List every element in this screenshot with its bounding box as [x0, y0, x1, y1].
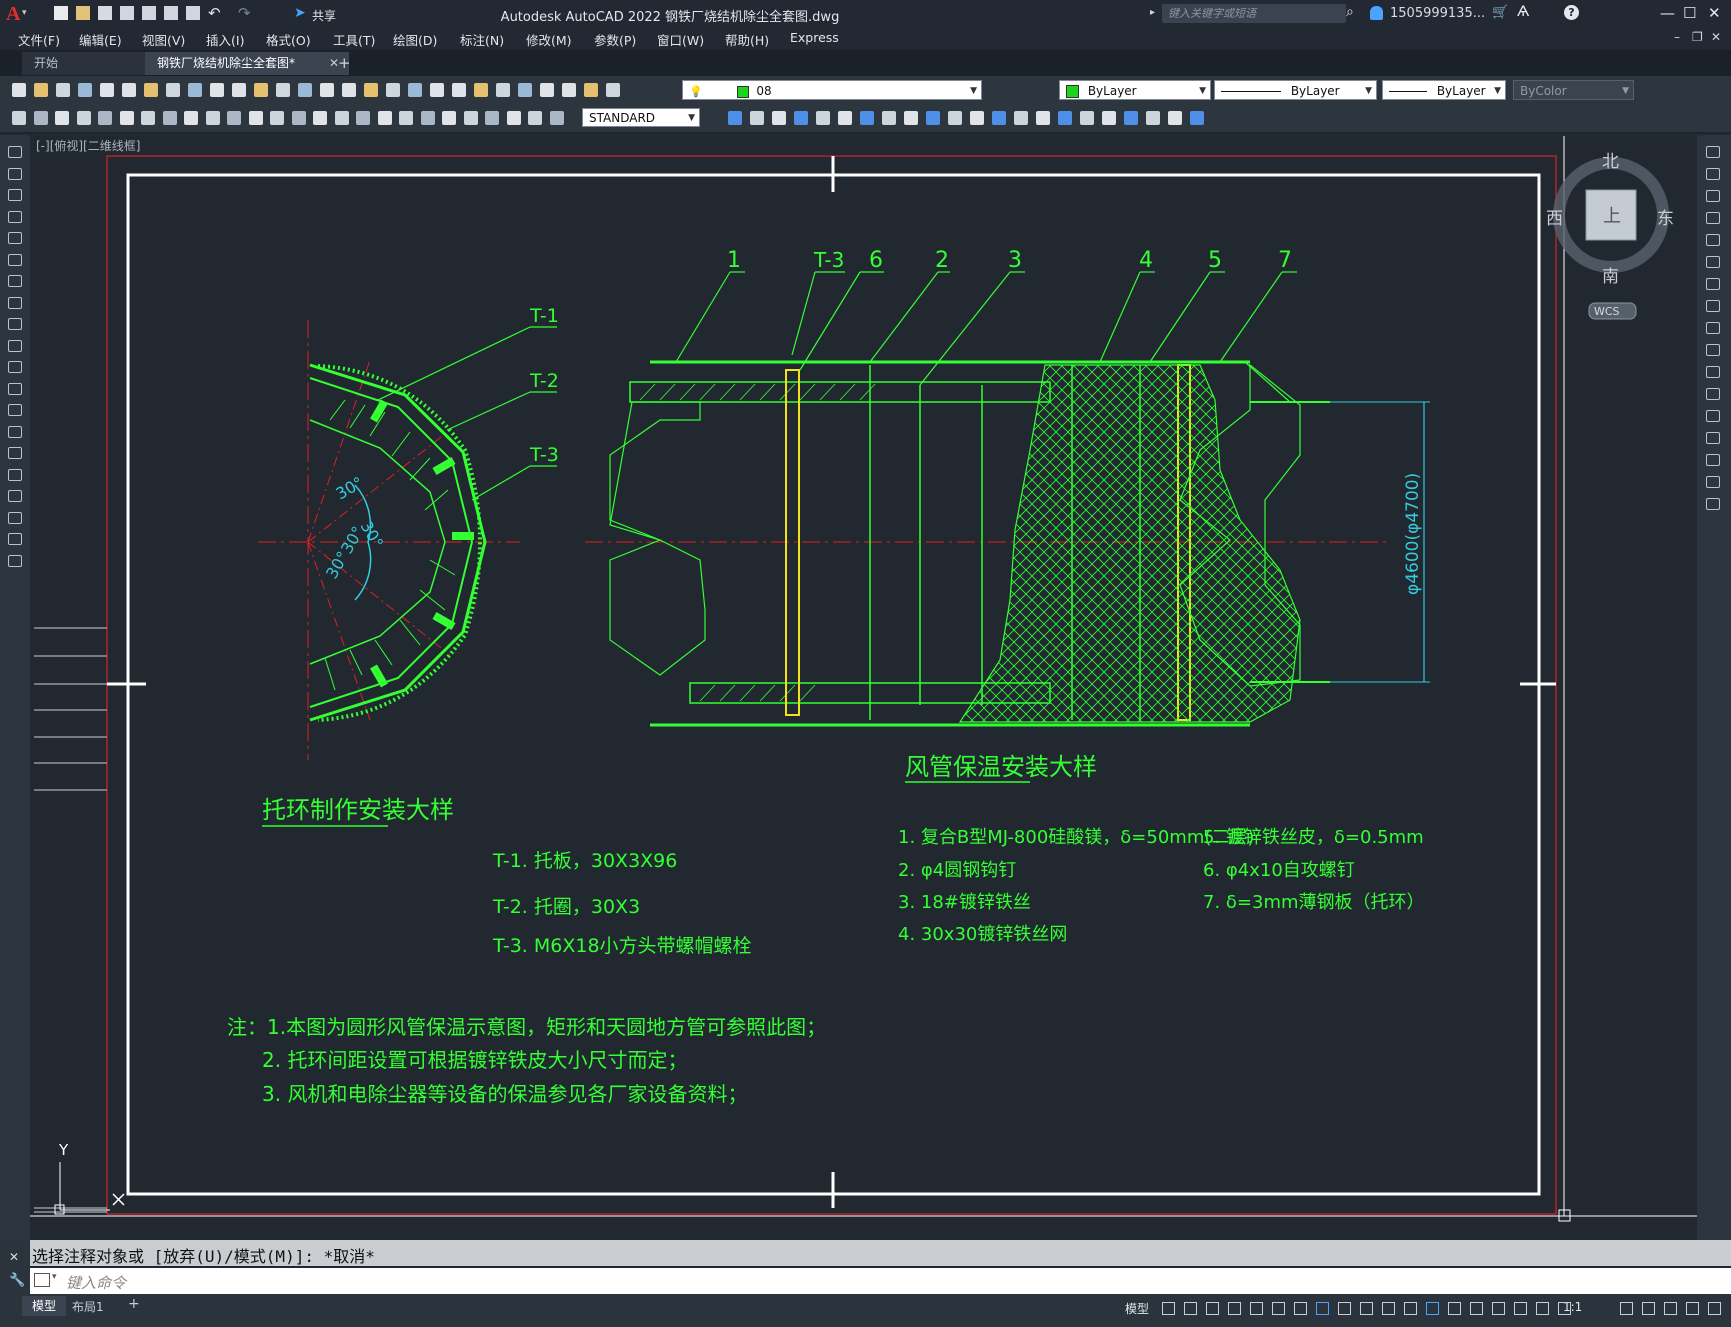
viewcube-face-label: 上	[1603, 206, 1621, 227]
status-toggle-icon[interactable]	[1162, 1302, 1175, 1315]
part-7: 7. δ=3mm薄钢板（托环）	[1203, 892, 1425, 913]
status-toggle-icon[interactable]	[1184, 1302, 1197, 1315]
command-history-text: 选择注释对象或 [放弃(U)/模式(M)]: *取消*	[32, 1247, 375, 1266]
status-toggle-icon[interactable]	[1708, 1302, 1721, 1315]
add-layout-button[interactable]: +	[128, 1296, 140, 1312]
customize-icon[interactable]: 🔧	[9, 1273, 25, 1288]
close-command-icon[interactable]: ✕	[9, 1250, 19, 1264]
command-input[interactable]: 键入命令	[66, 1272, 126, 1293]
left-octagon	[609, 401, 706, 676]
drawing-frame	[126, 173, 1541, 1196]
status-toggle-icon[interactable]	[1448, 1302, 1461, 1315]
status-toggle-icon[interactable]	[1338, 1302, 1351, 1315]
angle-label: 30°	[333, 473, 367, 504]
status-toggle-icon[interactable]	[1470, 1302, 1483, 1315]
status-toggle-icon[interactable]	[1294, 1302, 1307, 1315]
note-3: 3. 风机和电除尘器等设备的保温参见各厂家设备资料；	[262, 1082, 747, 1106]
ucs-y-label: Y	[58, 1141, 69, 1159]
tab-layout1[interactable]: 布局1	[72, 1298, 104, 1315]
status-toggle-icon[interactable]	[1228, 1302, 1241, 1315]
status-toggle-icon[interactable]	[1536, 1302, 1549, 1315]
status-toggle-icon[interactable]	[1514, 1302, 1527, 1315]
wcs-label: WCS	[1594, 305, 1620, 318]
parts-list: T-1. 托板，30X3X96 T-2. 托圈，30X3 T-3. M6X18小…	[492, 827, 1425, 957]
top-flange	[629, 381, 1051, 403]
part-t2: T-2. 托圈，30X3	[492, 896, 640, 918]
status-toggle-icon[interactable]	[1642, 1302, 1655, 1315]
command-prompt-icon[interactable]	[34, 1273, 50, 1287]
compass-south: 南	[1602, 267, 1619, 287]
callout-t2: T-2	[529, 370, 559, 392]
status-toggle-icon[interactable]	[1664, 1302, 1677, 1315]
notes: 注：1.本图为圆形风管保温示意图，矩形和天圆地方管可参照此图； 2. 托环间距设…	[227, 1015, 826, 1106]
support-ring-detail: 30° 30° 30° 30° T-1 T-2 T-3 托环制作安装大样	[258, 305, 559, 827]
title-block-left	[34, 627, 107, 1213]
drawing-svg: 30° 30° 30° 30° T-1 T-2 T-3 托环制作安装大样 φ46…	[30, 136, 1697, 1222]
compass-north: 北	[1602, 152, 1619, 172]
tab-model[interactable]: 模型	[22, 1296, 66, 1316]
status-toggle-icon[interactable]	[1426, 1302, 1439, 1315]
status-toggle-icon[interactable]	[1360, 1302, 1373, 1315]
duct-leaders	[675, 271, 1297, 386]
command-grip[interactable]: ✕ 🔧	[0, 1240, 30, 1294]
callout-5: 5	[1208, 248, 1222, 273]
part-1: 1. 复合B型MJ-800硅酸镁，δ=50mm(二层)	[898, 827, 1254, 848]
callout-2: 2	[935, 248, 949, 273]
right-end-diag	[1244, 361, 1291, 403]
part-4: 4. 30x30镀锌铁丝网	[898, 924, 1067, 945]
duct-insulation-detail: φ4600(φ4700) 1 T-3 6 2 3 4 5 7 风管保温安装大样	[585, 248, 1430, 783]
chevron-down-icon[interactable]: ▾	[52, 1272, 57, 1282]
left-detail-title: 托环制作安装大样	[262, 796, 454, 824]
callout-1: 1	[727, 248, 741, 273]
part-3: 3. 18#镀锌铁丝	[898, 892, 1031, 913]
status-toggle-icon[interactable]	[1272, 1302, 1285, 1315]
model-space-button[interactable]: 模型	[1125, 1300, 1149, 1317]
insulation-mesh	[958, 364, 1301, 723]
callout-t3: T-3	[529, 444, 559, 466]
note-1: 注：1.本图为圆形风管保温示意图，矩形和天圆地方管可参照此图；	[227, 1015, 826, 1039]
status-toggle-icon[interactable]	[1250, 1302, 1263, 1315]
callout-6: 6	[869, 248, 883, 273]
crosshair-cursor	[112, 1193, 125, 1206]
ucs-icon: Y	[54, 1141, 110, 1215]
callout-7: 7	[1278, 248, 1292, 273]
command-history: 选择注释对象或 [放弃(U)/模式(M)]: *取消*	[30, 1240, 1731, 1266]
part-6: 6. φ4x10自攻螺钉	[1203, 860, 1355, 881]
callout-4: 4	[1139, 248, 1153, 273]
callout-t1: T-1	[529, 305, 559, 327]
right-detail-title: 风管保温安装大样	[905, 753, 1097, 781]
angle-labels: 30° 30° 30° 30°	[322, 473, 387, 582]
status-toggle-icon[interactable]	[1382, 1302, 1395, 1315]
callout-t3-top: T-3	[813, 248, 844, 272]
part-5: 5. 镀锌铁丝皮，δ=0.5mm	[1203, 827, 1424, 848]
callout-3: 3	[1008, 248, 1022, 273]
status-toggle-icon[interactable]	[1206, 1302, 1219, 1315]
part-t1: T-1. 托板，30X3X96	[492, 850, 677, 872]
status-toggle-icon[interactable]	[1620, 1302, 1633, 1315]
status-toggle-icon[interactable]	[1316, 1302, 1329, 1315]
status-toggle-icon[interactable]	[1558, 1302, 1571, 1315]
viewcube: 上 北 南 东 西 WCS	[1546, 152, 1674, 320]
status-toggle-icon[interactable]	[1686, 1302, 1699, 1315]
status-toggle-icon[interactable]	[1404, 1302, 1417, 1315]
note-2: 2. 托环间距设置可根据镀锌铁皮大小尺寸而定；	[262, 1048, 687, 1072]
dimension-text: φ4600(φ4700)	[1403, 473, 1423, 595]
command-line[interactable]: ▾ 键入命令	[30, 1268, 1731, 1294]
status-toggle-icon[interactable]	[1492, 1302, 1505, 1315]
part-t3: T-3. M6X18小方头带螺帽螺栓	[492, 935, 752, 957]
compass-west: 西	[1546, 209, 1563, 229]
compass-east: 东	[1657, 209, 1674, 229]
part-2: 2. φ4圆钢钩钉	[898, 860, 1016, 881]
